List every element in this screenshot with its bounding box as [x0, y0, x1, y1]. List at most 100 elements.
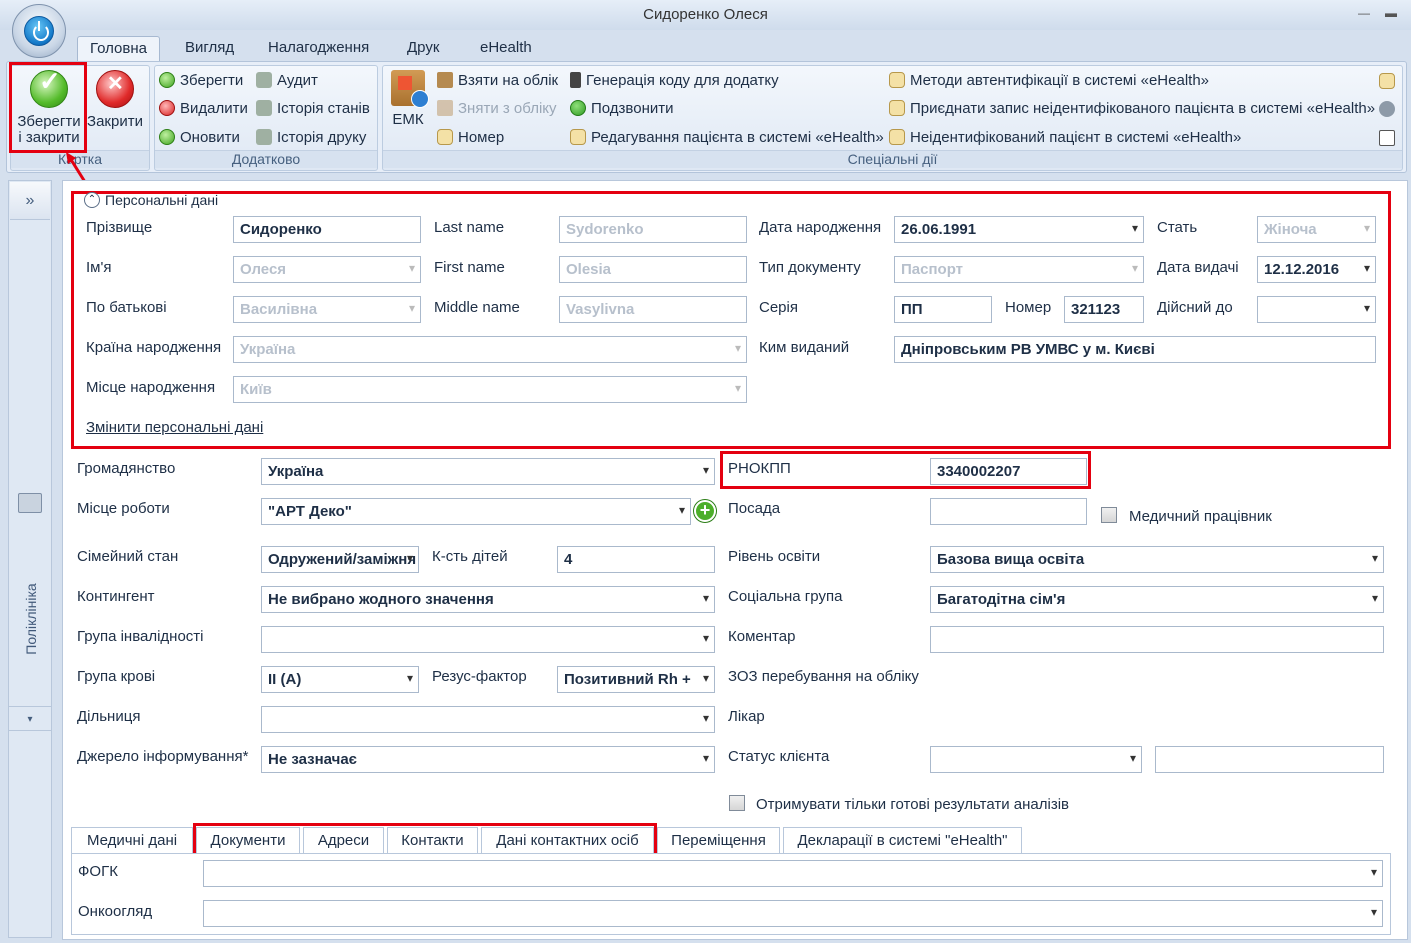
unidentified-patient-button[interactable]: Неідентифікований пацієнт в системі «eHe…	[889, 127, 1241, 149]
doctor-label: Лікар	[728, 708, 765, 725]
attach-record-button[interactable]: Приєднати запис неідентифікованого паціє…	[889, 98, 1375, 120]
onco-field[interactable]	[203, 900, 1383, 927]
sidebar-label-clinic[interactable]: Поліклініка	[23, 571, 39, 667]
patronymic-field[interactable]: Василівна	[233, 296, 421, 323]
window-title: Сидоренко Олеся	[643, 6, 768, 23]
take-register-button[interactable]: Взяти на облік	[437, 70, 558, 92]
medic-label: Медичний працівник	[1129, 508, 1272, 525]
source-field[interactable]: Не зазначає	[261, 746, 715, 773]
citizenship-field[interactable]: Україна	[261, 458, 715, 485]
birth-date-field[interactable]: 26.06.1991	[894, 216, 1144, 243]
blood-field[interactable]: II (A)	[261, 666, 419, 693]
save-button[interactable]: Зберегти	[159, 70, 243, 92]
delete-button[interactable]: Видалити	[159, 98, 248, 120]
client-status-extra-field[interactable]	[1155, 746, 1384, 773]
tab-declarations[interactable]: Декларації в системі "eHealth"	[783, 827, 1022, 854]
tab-movements[interactable]: Переміщення	[657, 827, 780, 854]
rh-field[interactable]: Позитивний Rh +	[557, 666, 715, 693]
ribbon: Картка Зберегти і закрити Закрити Додатк…	[6, 61, 1407, 173]
education-field[interactable]: Базова вища освіта	[930, 546, 1384, 573]
phone-icon	[570, 72, 581, 88]
change-personal-data-link[interactable]: Змінити персональні дані	[86, 419, 263, 436]
medic-checkbox[interactable]	[1101, 507, 1117, 523]
client-status-label: Статус клієнта	[728, 748, 830, 765]
middle-name-label: Middle name	[434, 299, 520, 316]
number-button[interactable]: Номер	[437, 127, 504, 149]
surname-field[interactable]: Сидоренко	[233, 216, 421, 243]
disability-field[interactable]	[261, 626, 715, 653]
number-field[interactable]: 321123	[1064, 296, 1144, 323]
emk-button[interactable]: ЕМК	[387, 70, 429, 128]
print-history-button[interactable]: Історія друку	[256, 127, 366, 149]
expand-sidebar-button[interactable]: »	[10, 182, 50, 220]
close-button[interactable]: Закрити	[85, 70, 145, 130]
marital-label: Сімейний стан	[77, 548, 179, 565]
collapse-icon[interactable]: ⌃	[84, 192, 100, 208]
fogk-field[interactable]	[203, 860, 1383, 887]
power-icon	[24, 16, 54, 46]
doc-type-label: Тип документу	[759, 259, 861, 276]
tab-ehealth[interactable]: eHealth	[468, 36, 544, 62]
audit-button[interactable]: Аудит	[256, 70, 318, 92]
comment-label: Коментар	[728, 628, 796, 645]
citizenship-label: Громадянство	[77, 460, 176, 477]
comment-field[interactable]	[930, 626, 1384, 653]
auth-methods-button[interactable]: Методи автентифікації в системі «eHealth…	[889, 70, 1209, 92]
tab-settings[interactable]: Налагодження	[256, 36, 381, 62]
birth-country-field[interactable]: Україна	[233, 336, 747, 363]
valid-until-field[interactable]	[1257, 296, 1376, 323]
list-icon[interactable]	[1379, 101, 1395, 117]
remove-register-button[interactable]: Зняти з обліку	[437, 98, 557, 120]
issue-date-field[interactable]: 12.12.2016	[1257, 256, 1376, 283]
doc-type-field[interactable]: Паспорт	[894, 256, 1144, 283]
tab-print[interactable]: Друк	[395, 36, 451, 62]
birth-place-field[interactable]: Київ	[233, 376, 747, 403]
add-workplace-icon[interactable]: +	[694, 500, 716, 522]
middle-name-field[interactable]: Vasylivna	[559, 296, 747, 323]
minimize-button[interactable]: —	[1356, 6, 1372, 20]
call-button[interactable]: Подзвонити	[570, 98, 673, 120]
birth-place-label: Місце народження	[86, 379, 216, 396]
medical-record-icon	[391, 70, 429, 108]
client-status-field[interactable]	[930, 746, 1142, 773]
birth-country-label: Країна народження	[86, 339, 222, 356]
edit-patient-ehealth-button[interactable]: Редагування пацієнта в системі «eHealth»	[570, 127, 884, 149]
social-group-field[interactable]: Багатодітна сім'я	[930, 586, 1384, 613]
audit-icon	[256, 72, 272, 88]
rnokpp-field[interactable]: 3340002207	[930, 458, 1087, 485]
patient-extra-icon[interactable]	[1379, 73, 1395, 89]
name-field[interactable]: Олеся	[233, 256, 421, 283]
sidebar-more-button[interactable]: ▾	[9, 706, 51, 731]
highlight-tabs	[193, 823, 657, 856]
series-field[interactable]: ПП	[894, 296, 992, 323]
children-field[interactable]: 4	[557, 546, 715, 573]
save-icon	[159, 72, 175, 88]
position-label: Посада	[728, 500, 781, 517]
first-name-field[interactable]: Olesia	[559, 256, 747, 283]
app-menu-button[interactable]	[12, 4, 66, 58]
maximize-button[interactable]: ▬	[1383, 6, 1399, 20]
refresh-button[interactable]: Оновити	[159, 127, 240, 149]
issued-by-field[interactable]: Дніпровським РВ УМВС у м. Києві	[894, 336, 1376, 363]
district-field[interactable]	[261, 706, 715, 733]
sex-field[interactable]: Жіноча	[1257, 216, 1376, 243]
tab-medical-data[interactable]: Медичні дані	[71, 827, 193, 854]
personal-data-legend: Персональні дані	[105, 192, 219, 208]
number-label: Номер	[1005, 299, 1052, 316]
number-icon	[437, 129, 453, 145]
calendar-icon[interactable]	[1379, 130, 1395, 146]
first-name-label: First name	[434, 259, 505, 276]
contingent-field[interactable]: Не вибрано жодного значення	[261, 586, 715, 613]
state-history-button[interactable]: Історія станів	[256, 98, 370, 120]
marital-field[interactable]: Одружений/заміжня	[261, 546, 419, 573]
left-sidebar: » Поліклініка ▾	[8, 180, 52, 938]
tab-view[interactable]: Вигляд	[173, 36, 246, 62]
position-field[interactable]	[930, 498, 1087, 525]
last-name-field[interactable]: Sydorenko	[559, 216, 747, 243]
ready-results-checkbox[interactable]	[729, 795, 745, 811]
patronymic-label: По батькові	[86, 299, 167, 316]
workplace-field[interactable]: "АРТ Деко"	[261, 498, 691, 525]
sex-label: Стать	[1157, 219, 1198, 236]
tab-home[interactable]: Головна	[77, 36, 160, 62]
generate-code-button[interactable]: Генерація коду для додатку	[570, 70, 779, 92]
